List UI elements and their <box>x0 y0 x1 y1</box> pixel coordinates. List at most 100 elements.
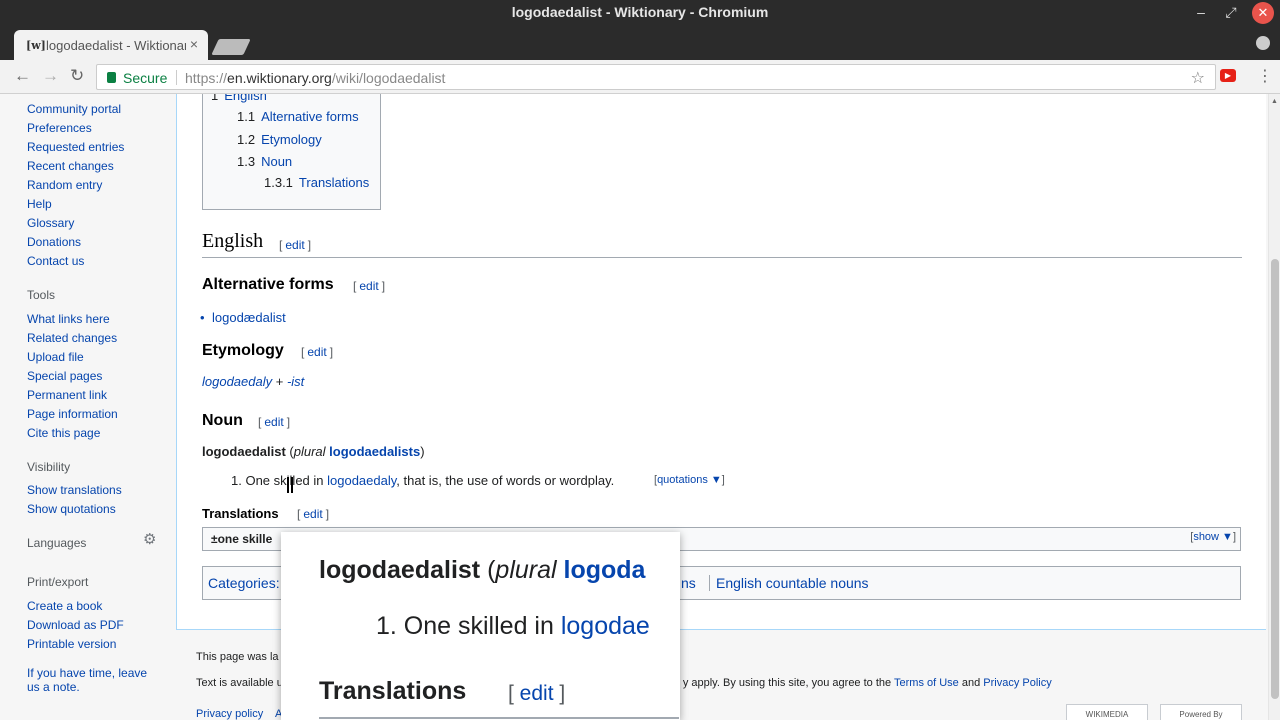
sidebar-item-requested-entries[interactable]: Requested entries <box>27 140 124 154</box>
bookmark-star-icon[interactable]: ☆ <box>1191 68 1205 88</box>
sidebar-heading-print-export[interactable]: Print/export <box>27 575 88 589</box>
etymology-link-logodaedaly[interactable]: logodaedaly <box>202 374 272 389</box>
footer-terms-link[interactable]: Terms of Use <box>894 677 959 689</box>
footer-privacy-link[interactable]: Privacy Policy <box>983 677 1051 689</box>
translation-gloss[interactable]: ±one skille <box>211 532 272 546</box>
kebab-menu-icon[interactable]: ⋮ <box>1257 66 1273 86</box>
edit-link[interactable]: edit <box>307 345 326 359</box>
edit-section-etymology: [edit] <box>301 345 334 359</box>
profile-icon[interactable] <box>1256 36 1270 50</box>
sidebar: Community portal Preferences Requested e… <box>0 94 176 720</box>
edit-link[interactable]: edit <box>285 238 304 252</box>
sidebar-item-what-links-here[interactable]: What links here <box>27 312 110 326</box>
scrollbar-thumb[interactable] <box>1271 259 1279 699</box>
forward-arrow-icon[interactable]: → <box>42 67 59 85</box>
sidebar-item-show-quotations[interactable]: Show quotations <box>27 502 116 516</box>
heading-english: English <box>202 230 264 252</box>
edit-link[interactable]: edit <box>264 415 283 429</box>
table-of-contents: 1 English 1.1 Alternative forms 1.2 Etymolo… <box>202 94 381 210</box>
wikimedia-badge[interactable]: WIKIMEDIA <box>1066 704 1148 720</box>
sidebar-item-download-pdf[interactable]: Download as PDF <box>27 618 124 632</box>
sidebar-heading-tools[interactable]: Tools <box>27 288 55 302</box>
text-cursor-icon <box>287 477 293 493</box>
sidebar-item-help[interactable]: Help <box>27 197 52 211</box>
translation-show-toggle[interactable]: [show ▼] <box>1190 531 1236 543</box>
sidebar-item-special-pages[interactable]: Special pages <box>27 369 102 383</box>
sidebar-item-donations[interactable]: Donations <box>27 235 81 249</box>
toc-item-english[interactable]: 1 English <box>211 94 267 103</box>
edit-section-noun: [edit] <box>258 415 291 429</box>
sidebar-item-recent-changes[interactable]: Recent changes <box>27 159 114 173</box>
reload-icon[interactable]: ↻ <box>70 67 84 85</box>
browser-toolbar: ← → ↻ Secure https://en.wiktionary.org/w… <box>0 60 1280 94</box>
sidebar-item-page-information[interactable]: Page information <box>27 407 118 421</box>
footer-privacy-policy-link[interactable]: Privacy policy <box>196 708 263 720</box>
popup-edit-link[interactable]: edit <box>520 682 554 705</box>
popup-edit-section: [ edit ] <box>508 682 566 705</box>
toc-item-noun[interactable]: 1.3 Noun <box>237 154 292 169</box>
popup-definition-link[interactable]: logodae <box>561 612 650 640</box>
toc-item-alternative-forms[interactable]: 1.1 Alternative forms <box>237 109 359 124</box>
heading-noun: Noun <box>202 412 243 429</box>
edit-section-translations: [edit] <box>297 507 330 521</box>
url-text[interactable]: https://en.wiktionary.org/wiki/logodaeda… <box>185 70 445 86</box>
definition-link-logodaedaly[interactable]: logodaedaly <box>327 473 396 488</box>
sidebar-item-printable-version[interactable]: Printable version <box>27 637 116 651</box>
sidebar-item-upload-file[interactable]: Upload file <box>27 350 84 364</box>
sidebar-item-cite-this-page[interactable]: Cite this page <box>27 426 100 440</box>
sidebar-heading-languages[interactable]: Languages <box>27 536 86 550</box>
toc-item-etymology[interactable]: 1.2 Etymology <box>237 132 322 147</box>
youtube-extension-icon[interactable]: ▶ <box>1220 69 1236 82</box>
scroll-up-icon[interactable]: ▲ <box>1271 98 1278 105</box>
link-preview-popup[interactable]: logodaedalist (plural logoda 1. One skil… <box>281 532 680 720</box>
tab-close-icon[interactable]: × <box>190 36 198 52</box>
plural-link[interactable]: logodaedalists <box>329 444 420 459</box>
mediawiki-badge[interactable]: Powered By MediaWiki <box>1160 704 1242 720</box>
secure-label: Secure <box>123 70 168 86</box>
sidebar-item-show-translations[interactable]: Show translations <box>27 483 122 497</box>
address-bar[interactable]: Secure https://en.wiktionary.org/wiki/lo… <box>96 64 1216 90</box>
maximize-icon[interactable]: ⤢ <box>1218 0 1244 26</box>
etymology-text: logodaedaly + -ist <box>202 374 305 389</box>
edit-link[interactable]: edit <box>359 279 378 293</box>
sidebar-leave-note-link[interactable]: If you have time, leave us a note. <box>27 666 162 694</box>
categories-label-link[interactable]: Categories: <box>208 575 280 591</box>
page-scrollbar[interactable]: ▲ <box>1268 94 1280 720</box>
tab-title: logodaedalist - Wiktionary <box>46 38 186 53</box>
gear-icon[interactable]: ⚙ <box>143 530 156 548</box>
sidebar-item-permanent-link[interactable]: Permanent link <box>27 388 107 402</box>
edit-section-alternative-forms: [edit] <box>353 279 386 293</box>
close-window-icon[interactable]: ✕ <box>1252 2 1274 24</box>
sidebar-item-random-entry[interactable]: Random entry <box>27 178 102 192</box>
toc-item-translations[interactable]: 1.3.1 Translations <box>264 175 369 190</box>
minimize-icon[interactable]: – <box>1188 0 1214 26</box>
footer-last-modified: This page was la <box>196 651 279 663</box>
back-arrow-icon[interactable]: ← <box>14 67 31 85</box>
edit-link[interactable]: edit <box>303 507 322 521</box>
category-link-english-countable-nouns[interactable]: English countable nouns <box>709 575 869 591</box>
popup-heading-translations: Translations <box>319 677 467 705</box>
popup-definition: 1. One skilled in logodae <box>376 612 650 640</box>
sidebar-heading-visibility[interactable]: Visibility <box>27 460 70 474</box>
etymology-link-ist[interactable]: -ist <box>287 374 304 389</box>
address-separator <box>176 70 177 85</box>
quotations-toggle[interactable]: [quotations ▼] <box>654 474 725 486</box>
new-tab-button[interactable] <box>211 39 251 55</box>
popup-plural-link[interactable]: logoda <box>557 556 646 584</box>
tab-wiktionary[interactable]: [w] logodaedalist - Wiktionary × <box>14 30 208 60</box>
alternative-form-link[interactable]: logodædalist <box>200 310 286 325</box>
window-title: logodaedalist - Wiktionary - Chromium <box>511 4 769 20</box>
category-link-partial[interactable]: ns <box>681 575 696 591</box>
sidebar-item-glossary[interactable]: Glossary <box>27 216 74 230</box>
popup-heading-rule <box>319 717 679 719</box>
sidebar-item-preferences[interactable]: Preferences <box>27 121 92 135</box>
sidebar-item-related-changes[interactable]: Related changes <box>27 331 117 345</box>
sidebar-item-contact-us[interactable]: Contact us <box>27 254 84 268</box>
edit-section-english: [edit] <box>279 238 312 252</box>
popup-headword-line: logodaedalist (plural logoda <box>319 556 646 584</box>
headword-line: logodaedalist (plural logodaedalists) <box>202 444 425 459</box>
wiktionary-favicon-icon: [w] <box>26 39 46 52</box>
sidebar-item-create-a-book[interactable]: Create a book <box>27 599 102 613</box>
sidebar-item-community-portal[interactable]: Community portal <box>27 102 121 116</box>
window-titlebar: logodaedalist - Wiktionary - Chromium – … <box>0 0 1280 26</box>
